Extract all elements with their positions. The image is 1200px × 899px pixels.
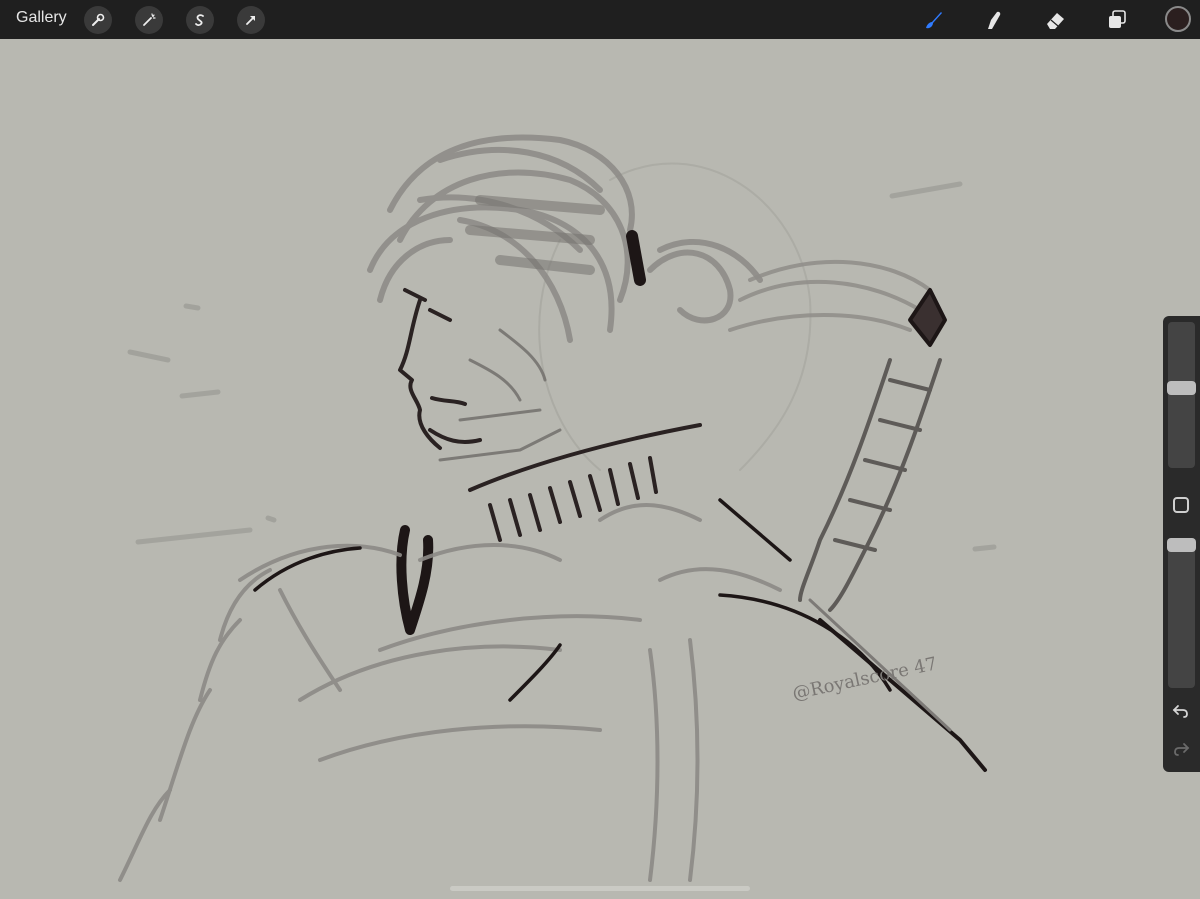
- layers-button[interactable]: [1102, 5, 1132, 35]
- redo-arrow-icon: [1174, 743, 1190, 756]
- selection-button[interactable]: [186, 6, 214, 34]
- selection-s-icon: [195, 14, 204, 27]
- brush-size-thumb[interactable]: [1167, 381, 1196, 396]
- arrow-cursor-icon: [246, 16, 255, 25]
- brush-icon: [926, 12, 942, 29]
- smudge-tool-button[interactable]: [979, 5, 1009, 35]
- drawing-canvas[interactable]: @Royalscore 47: [0, 39, 1200, 899]
- magic-wand-icon: [143, 13, 156, 26]
- transform-button[interactable]: [237, 6, 265, 34]
- brush-opacity-thumb[interactable]: [1167, 538, 1196, 552]
- top-toolbar: Gallery: [0, 0, 1200, 39]
- gallery-button[interactable]: Gallery: [16, 9, 67, 27]
- eraser-icon: [1047, 13, 1064, 29]
- color-picker-button[interactable]: [1165, 6, 1191, 32]
- redo-button[interactable]: [1171, 739, 1191, 759]
- layers-icon: [1109, 10, 1126, 28]
- brush-opacity-slider[interactable]: [1168, 538, 1195, 688]
- undo-arrow-icon: [1172, 705, 1188, 718]
- sketch-artwork: @Royalscore 47: [118, 134, 997, 882]
- home-indicator: [450, 886, 750, 891]
- eraser-tool-button[interactable]: [1041, 5, 1071, 35]
- wrench-icon: [92, 13, 105, 26]
- artist-signature: @Royalscore 47: [791, 653, 939, 704]
- undo-button[interactable]: [1171, 701, 1191, 721]
- adjustments-button[interactable]: [135, 6, 163, 34]
- brush-sidebar: [1163, 316, 1200, 772]
- brush-tool-button[interactable]: [918, 5, 948, 35]
- actions-button[interactable]: [84, 6, 112, 34]
- modify-button[interactable]: [1173, 497, 1189, 513]
- smudge-finger-icon: [988, 11, 1001, 30]
